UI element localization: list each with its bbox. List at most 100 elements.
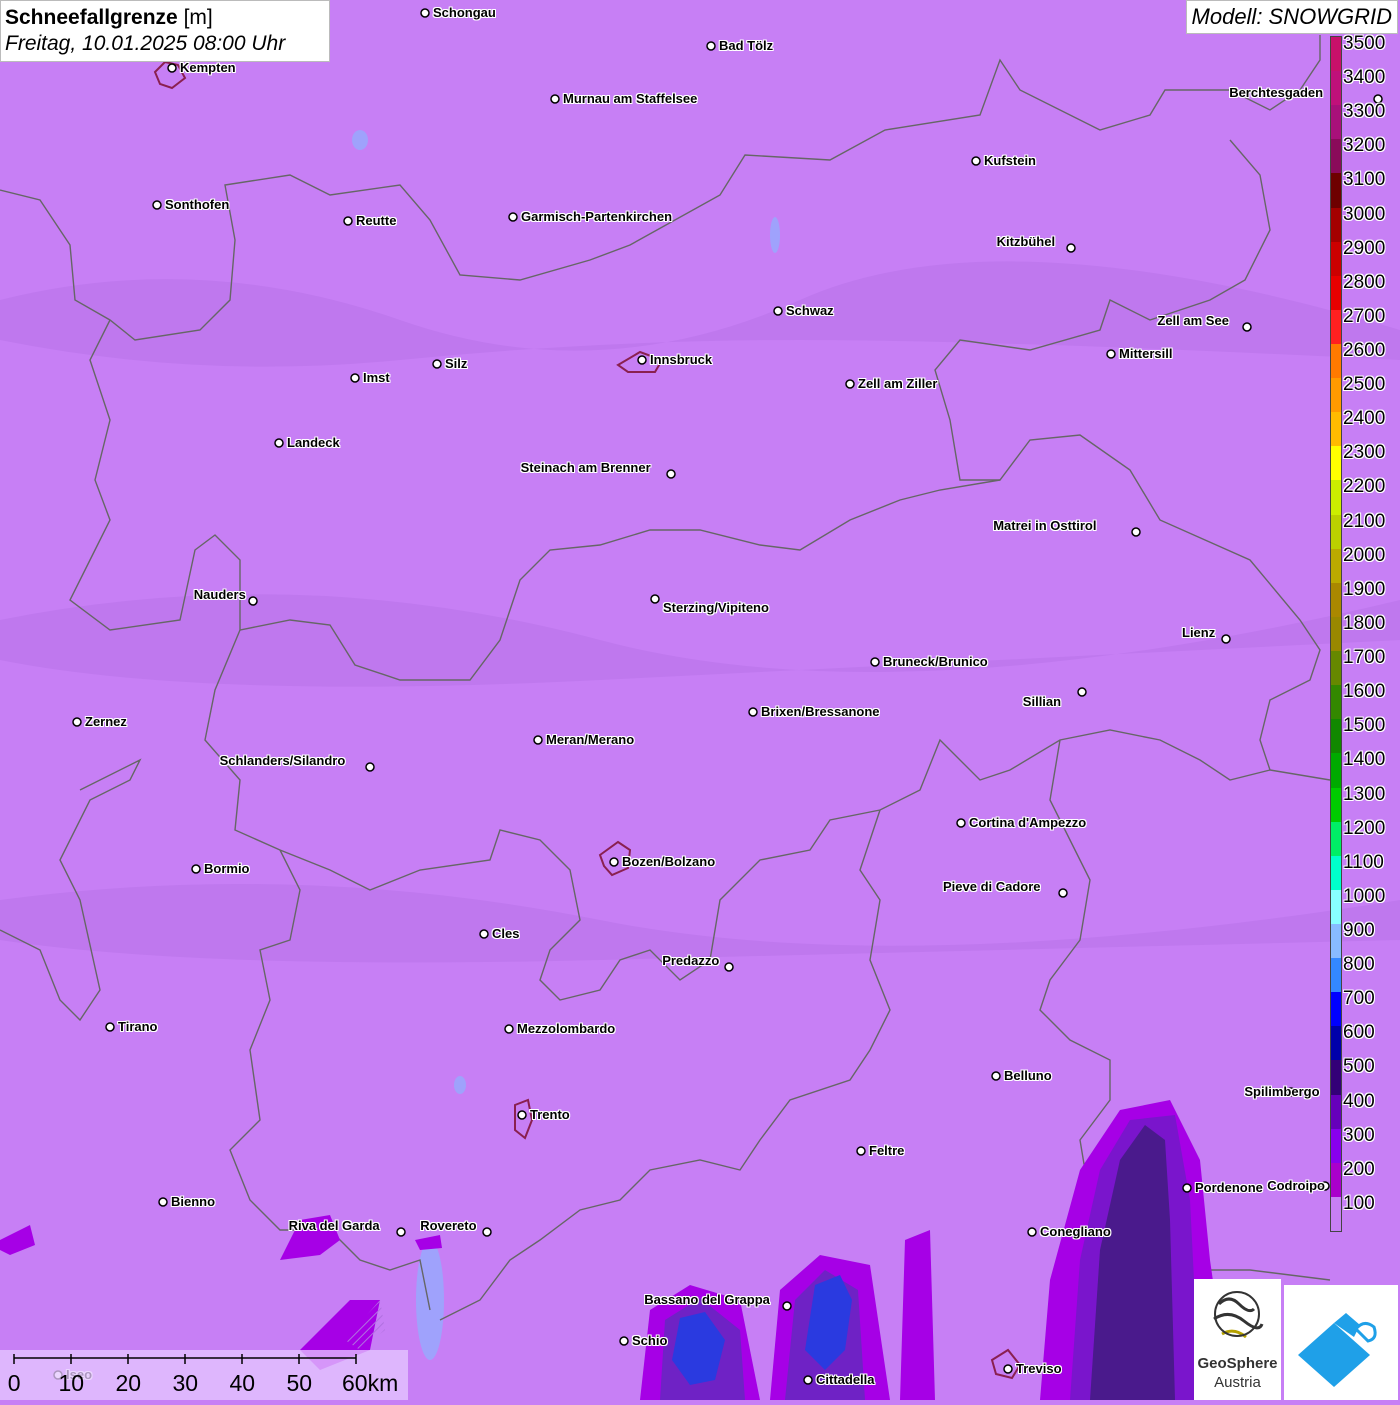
geosphere-logo[interactable]: GeoSphere Austria: [1194, 1279, 1281, 1400]
map-title-box: Schneefallgrenze [m] Freitag, 10.01.2025…: [0, 0, 330, 62]
legend-label: 1700: [1343, 647, 1386, 669]
city-marker: [1066, 243, 1076, 253]
legend-label: 1200: [1343, 817, 1386, 839]
legend-swatch: [1331, 855, 1341, 891]
city-label: Cortina d'Ampezzo: [969, 815, 1087, 830]
city-marker: [152, 200, 162, 210]
legend-swatch: [1331, 651, 1341, 686]
scale-label: 60km: [342, 1370, 399, 1396]
legend-swatch: [1331, 923, 1341, 959]
city-label: Berchtesgaden: [1229, 85, 1324, 100]
legend-swatch: [1331, 412, 1341, 447]
geosphere-mark-icon: [1213, 1291, 1264, 1339]
city-marker: [158, 1197, 168, 1207]
legend-label: 1500: [1343, 715, 1386, 737]
legend-label: 600: [1343, 1022, 1375, 1044]
geosphere-name: GeoSphere: [1197, 1355, 1278, 1372]
city-label: Sillian: [1022, 694, 1062, 709]
city-marker: [991, 1071, 1001, 1081]
legend-label: 300: [1343, 1124, 1375, 1146]
legend-swatch: [1331, 1128, 1341, 1164]
legend-label: 2400: [1343, 408, 1386, 430]
legend-swatch: [1331, 1026, 1341, 1061]
city-marker: [479, 929, 489, 939]
legend-label: 2600: [1343, 340, 1386, 362]
legend-label: 3000: [1343, 203, 1386, 225]
legend-label: 800: [1343, 954, 1375, 976]
city-marker: [72, 717, 82, 727]
city-marker: [482, 1227, 492, 1237]
city-marker: [167, 63, 177, 73]
city-marker: [350, 373, 360, 383]
city-marker: [1182, 1183, 1192, 1193]
city-label: Codroipo: [1267, 1178, 1325, 1193]
city-marker: [1027, 1227, 1037, 1237]
legend-swatch: [1331, 582, 1341, 618]
legend-label: 2300: [1343, 442, 1386, 464]
legend-label: 1600: [1343, 681, 1386, 703]
city-marker: [550, 94, 560, 104]
city-label: Sterzing/Vipiteno: [663, 600, 769, 615]
legend-swatch: [1331, 173, 1341, 209]
legend-label: 1300: [1343, 783, 1386, 805]
city-marker: [773, 306, 783, 316]
legend-swatch: [1331, 958, 1341, 993]
city-marker: [274, 438, 284, 448]
legend-label: 2900: [1343, 237, 1386, 259]
scale-label: 50: [286, 1370, 313, 1396]
city-marker: [1106, 349, 1116, 359]
city-marker: [748, 707, 758, 717]
city-marker: [504, 1024, 514, 1034]
city-marker: [105, 1022, 115, 1032]
legend-swatch: [1331, 1196, 1341, 1232]
legend-swatch: [1331, 787, 1341, 823]
city-label: Steinach am Brenner: [520, 460, 651, 475]
city-label: Schongau: [433, 5, 496, 20]
legend-swatch: [1331, 889, 1341, 925]
city-label: Trento: [530, 1107, 570, 1122]
city-label: Cittadella: [816, 1372, 875, 1387]
city-marker: [782, 1301, 792, 1311]
snowgrid-logo[interactable]: [1284, 1285, 1398, 1400]
city-label: Brixen/Bressanone: [761, 704, 880, 719]
legend-swatch: [1331, 685, 1341, 720]
snowgrid-mark-icon: [1298, 1313, 1377, 1387]
city-label: Conegliano: [1040, 1224, 1111, 1239]
legend-swatch: [1331, 514, 1341, 550]
legend-swatch: [1331, 753, 1341, 788]
legend-label: 2800: [1343, 271, 1386, 293]
scale-label: 40: [229, 1370, 256, 1396]
legend-swatch: [1331, 446, 1341, 481]
city-marker: [1077, 687, 1087, 697]
city-marker: [508, 212, 518, 222]
legend-label: 200: [1343, 1158, 1375, 1180]
city-marker: [803, 1375, 813, 1385]
city-label: Zell am See: [1157, 313, 1229, 328]
city-label: Riva del Garda: [288, 1218, 380, 1233]
city-marker: [609, 857, 619, 867]
city-label: Landeck: [287, 435, 340, 450]
city-label: Mezzolombardo: [517, 1021, 616, 1036]
legend-label: 100: [1343, 1192, 1375, 1214]
city-label: Sonthofen: [165, 197, 230, 212]
legend-label: 1100: [1343, 851, 1384, 873]
city-label: Reutte: [356, 213, 397, 228]
city-label: Bruneck/Brunico: [883, 654, 988, 669]
city-label: Bad Tölz: [719, 38, 774, 53]
city-label: Matrei in Osttirol: [993, 518, 1097, 533]
map-title: Schneefallgrenze [m]: [5, 6, 213, 29]
legend-swatch: [1331, 548, 1341, 584]
city-label: Belluno: [1004, 1068, 1052, 1083]
city-label: Zell am Ziller: [858, 376, 938, 391]
legend-label: 3500: [1343, 33, 1386, 54]
legend-swatch: [1331, 309, 1341, 345]
legend-label: 400: [1343, 1090, 1375, 1112]
legend-label: 3200: [1343, 135, 1386, 157]
legend-swatch: [1331, 1162, 1341, 1198]
scale-label: 30: [172, 1370, 199, 1396]
city-marker: [365, 762, 375, 772]
city-marker: [533, 735, 543, 745]
city-marker: [1242, 322, 1252, 332]
city-label: Kempten: [180, 60, 236, 75]
legend-label: 3400: [1343, 67, 1386, 89]
